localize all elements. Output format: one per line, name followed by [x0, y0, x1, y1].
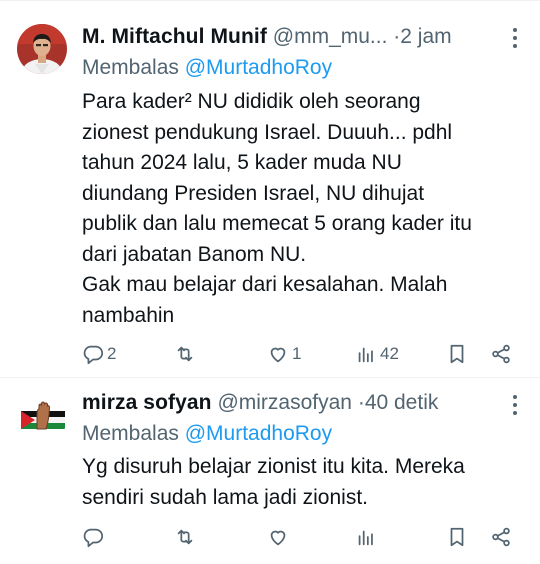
share-icon — [492, 344, 510, 364]
tweet-text-line: diundang Presiden Israel, NU dihujat — [82, 181, 425, 205]
like-icon — [270, 530, 286, 546]
bookmark-button[interactable] — [446, 522, 468, 552]
user-handle[interactable]: @mirzasofyan — [217, 391, 352, 414]
display-name[interactable]: M. Miftachul Munif — [82, 25, 267, 48]
replying-to-label: Membalas — [82, 422, 179, 445]
tweet-text-line: tahun 2024 lalu, 5 kader muda NU — [82, 151, 402, 174]
repost-icon — [177, 346, 193, 362]
tweet-text-line: sendiri sudah lama jadi zionist. — [82, 485, 368, 509]
tweet-text-line: Yg disuruh belajar zionist itu kita. Mer… — [82, 455, 465, 478]
replying-to: Membalas @MurtadhoRoy — [82, 53, 332, 83]
reply-icon — [83, 528, 104, 548]
user-handle[interactable]: @mm_mu... — [273, 25, 388, 48]
action-bar — [82, 522, 522, 552]
reply-button[interactable] — [82, 522, 107, 552]
reply-icon — [83, 345, 104, 365]
share-button[interactable] — [490, 522, 512, 552]
views-count: 42 — [380, 344, 399, 363]
avatar[interactable] — [17, 393, 67, 443]
timestamp[interactable]: 2 jam — [400, 25, 451, 48]
replying-to: Membalas @MurtadhoRoy — [82, 419, 332, 449]
bookmark-button[interactable] — [446, 339, 468, 369]
bookmark-icon — [450, 527, 464, 547]
tweet[interactable]: mirza sofyan @mirzasofyan ·40 detik Memb… — [0, 378, 540, 564]
views-icon — [358, 347, 373, 363]
tweet[interactable]: M. Miftachul Munif @mm_mu... ·2 jam Memb… — [0, 0, 540, 377]
repost-button[interactable] — [174, 522, 199, 552]
separator-dot: · — [357, 391, 365, 414]
replying-to-label: Membalas — [82, 56, 179, 79]
tweet-text: Para kader² NU dididik oleh seorang zion… — [82, 87, 532, 331]
repost-icon — [177, 529, 193, 545]
bookmark-icon — [450, 344, 464, 364]
more-icon[interactable] — [512, 395, 518, 415]
like-count: 1 — [292, 344, 302, 363]
timestamp[interactable]: 40 detik — [365, 391, 439, 414]
like-icon — [270, 347, 286, 363]
tweet-text-line: nambahin — [82, 303, 175, 327]
views-icon — [358, 530, 373, 546]
like-button[interactable] — [267, 522, 292, 552]
tweet-text-line: zionest pendukung Israel. Duuuh... pdhl — [82, 120, 453, 144]
tweet-text-line: publik dan lalu memecat 5 orang kader it… — [82, 212, 472, 235]
tweet-text: Yg disuruh belajar zionist itu kita. Mer… — [82, 452, 532, 513]
tweet-header: M. Miftachul Munif @mm_mu... ·2 jam — [82, 22, 540, 52]
share-icon — [492, 527, 510, 547]
avatar[interactable] — [17, 24, 67, 74]
tweet-text-line: Gak mau belajar dari kesalahan. Malah — [82, 273, 448, 296]
views-button[interactable]: 42 — [355, 339, 399, 369]
tweet-header: mirza sofyan @mirzasofyan ·40 detik — [82, 388, 540, 418]
action-bar: 2 1 42 — [82, 339, 522, 369]
repost-button[interactable] — [174, 339, 199, 369]
mention-link[interactable]: @MurtadhoRoy — [185, 56, 332, 79]
display-name[interactable]: mirza sofyan — [82, 391, 212, 414]
more-icon[interactable] — [512, 28, 518, 48]
share-button[interactable] — [490, 339, 512, 369]
views-button[interactable] — [355, 522, 380, 552]
mention-link[interactable]: @MurtadhoRoy — [185, 422, 332, 445]
reply-button[interactable]: 2 — [82, 339, 116, 369]
tweet-text-line: dari jabatan Banom NU. — [82, 242, 307, 266]
reply-count: 2 — [107, 344, 117, 363]
tweet-text-line: Para kader² NU dididik oleh seorang — [82, 90, 421, 113]
like-button[interactable]: 1 — [267, 339, 301, 369]
